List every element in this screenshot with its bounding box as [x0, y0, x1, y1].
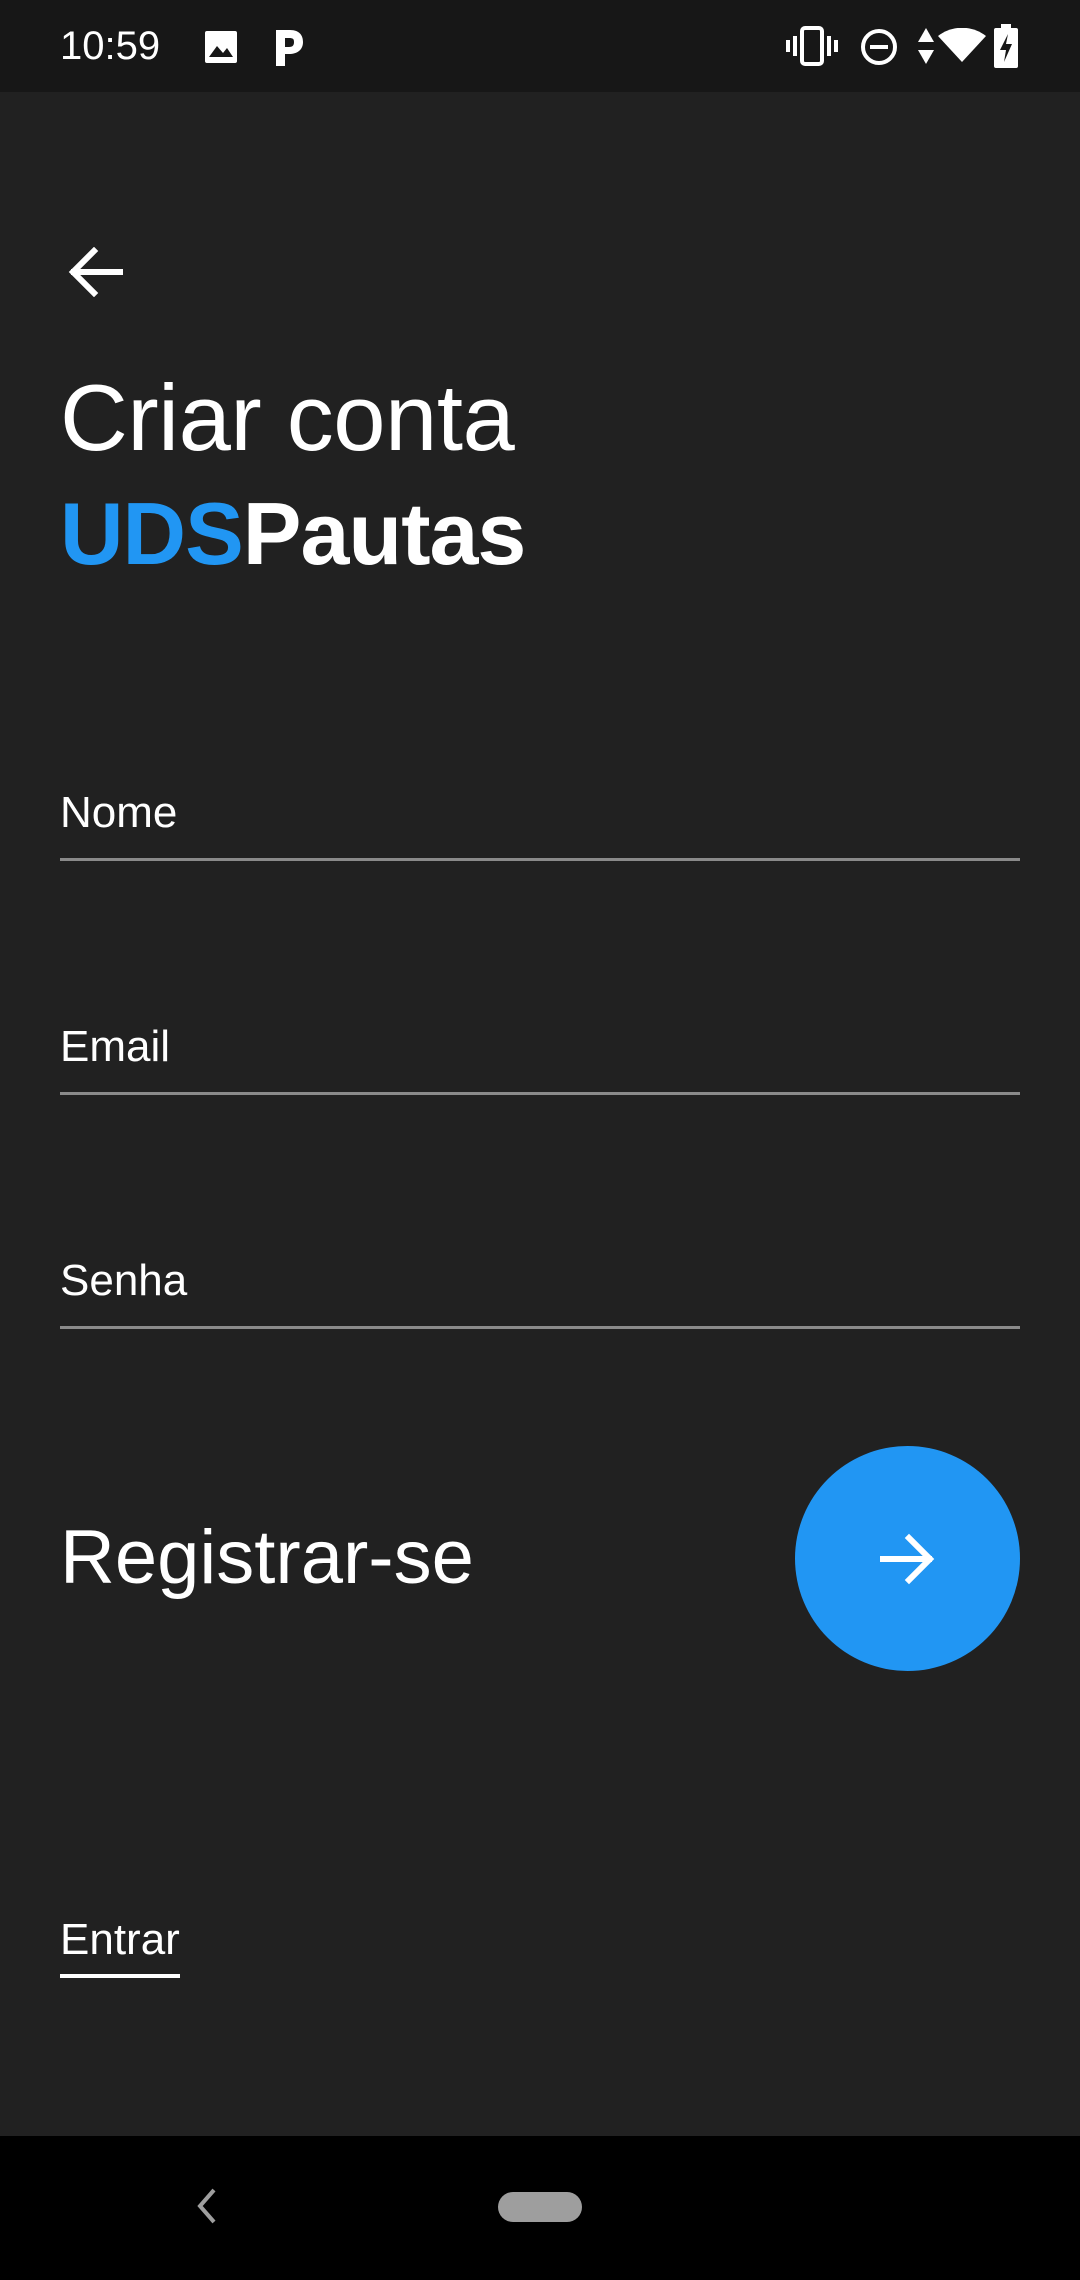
back-button[interactable] [52, 228, 140, 316]
brand-logo-text: UDSPautas [60, 478, 527, 590]
arrow-left-icon [68, 247, 123, 297]
register-button[interactable] [795, 1446, 1020, 1671]
system-nav-bar [0, 2136, 1080, 2280]
password-field [60, 1206, 1020, 1329]
login-link[interactable]: Entrar [60, 1912, 180, 1978]
wifi-icon [938, 28, 986, 62]
nav-back-icon[interactable] [186, 2176, 226, 2236]
nav-home-pill[interactable] [498, 2192, 582, 2222]
register-label: Registrar-se [60, 1515, 474, 1600]
brand-name: Pautas [242, 484, 527, 583]
page-title: Criar conta [60, 365, 515, 470]
email-field [60, 972, 1020, 1095]
email-input[interactable] [60, 972, 1020, 1088]
status-bar: 10:59 [0, 0, 1080, 92]
data-arrows-icon [918, 28, 934, 64]
name-field [60, 738, 1020, 861]
create-account-screen: 10:59 Criar conta UDSPautas Nome Email R… [0, 0, 1080, 2280]
name-input[interactable] [60, 738, 1020, 854]
battery-charging-icon [994, 24, 1018, 68]
status-time: 10:59 [60, 24, 161, 68]
brand-accent: UDS [60, 484, 244, 583]
password-input[interactable] [60, 1206, 1020, 1322]
vibrate-icon [786, 26, 838, 66]
image-icon [205, 31, 237, 63]
arrow-right-icon [879, 1533, 934, 1584]
p-app-icon [276, 30, 303, 66]
dnd-icon [861, 29, 897, 65]
